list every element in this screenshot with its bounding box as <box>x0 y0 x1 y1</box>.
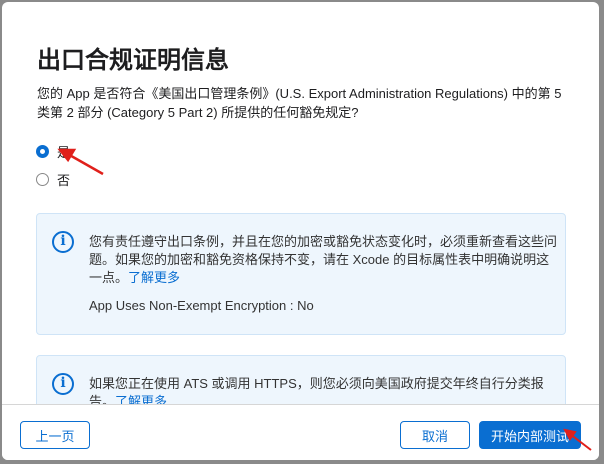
info-icon: i <box>52 373 74 395</box>
dialog-footer: 上一页 取消 开始内部测试 <box>2 404 599 460</box>
info-box-compliance: i 您有责任遵守出口条例，并且在您的加密或豁免状态变化时，必须重新查看这些问题。… <box>36 213 566 335</box>
radio-unselected-icon[interactable] <box>36 173 49 186</box>
back-button[interactable]: 上一页 <box>20 421 90 449</box>
info-icon: i <box>52 231 74 253</box>
radio-yes-label: 是 <box>57 145 71 160</box>
radio-no-label: 否 <box>57 173 71 188</box>
info-box-ats: i 如果您正在使用 ATS 或调用 HTTPS，则您必须向美国政府提交年终自行分… <box>36 355 566 404</box>
info-text: 您有责任遵守出口条例，并且在您的加密或豁免状态变化时，必须重新查看这些问题。如果… <box>89 233 559 287</box>
encryption-status: App Uses Non-Exempt Encryption : No <box>89 298 314 313</box>
start-internal-testing-button[interactable]: 开始内部测试 <box>479 421 581 449</box>
question-text: 您的 App 是否符合《美国出口管理条例》(U.S. Export Admini… <box>37 86 562 120</box>
radio-selected-icon[interactable] <box>36 145 49 158</box>
export-compliance-dialog: 出口合规证明信息 您的 App 是否符合《美国出口管理条例》(U.S. Expo… <box>2 2 599 460</box>
info-text: 如果您正在使用 ATS 或调用 HTTPS，则您必须向美国政府提交年终自行分类报… <box>89 375 559 404</box>
dialog-content[interactable]: 出口合规证明信息 您的 App 是否符合《美国出口管理条例》(U.S. Expo… <box>2 2 599 404</box>
cancel-button[interactable]: 取消 <box>400 421 470 449</box>
radio-yes[interactable]: 是 <box>36 142 70 161</box>
learn-more-link[interactable]: 了解更多 <box>128 270 180 285</box>
learn-more-link[interactable]: 了解更多 <box>115 394 167 404</box>
radio-no[interactable]: 否 <box>36 170 70 189</box>
dialog-title: 出口合规证明信息 <box>37 47 229 74</box>
